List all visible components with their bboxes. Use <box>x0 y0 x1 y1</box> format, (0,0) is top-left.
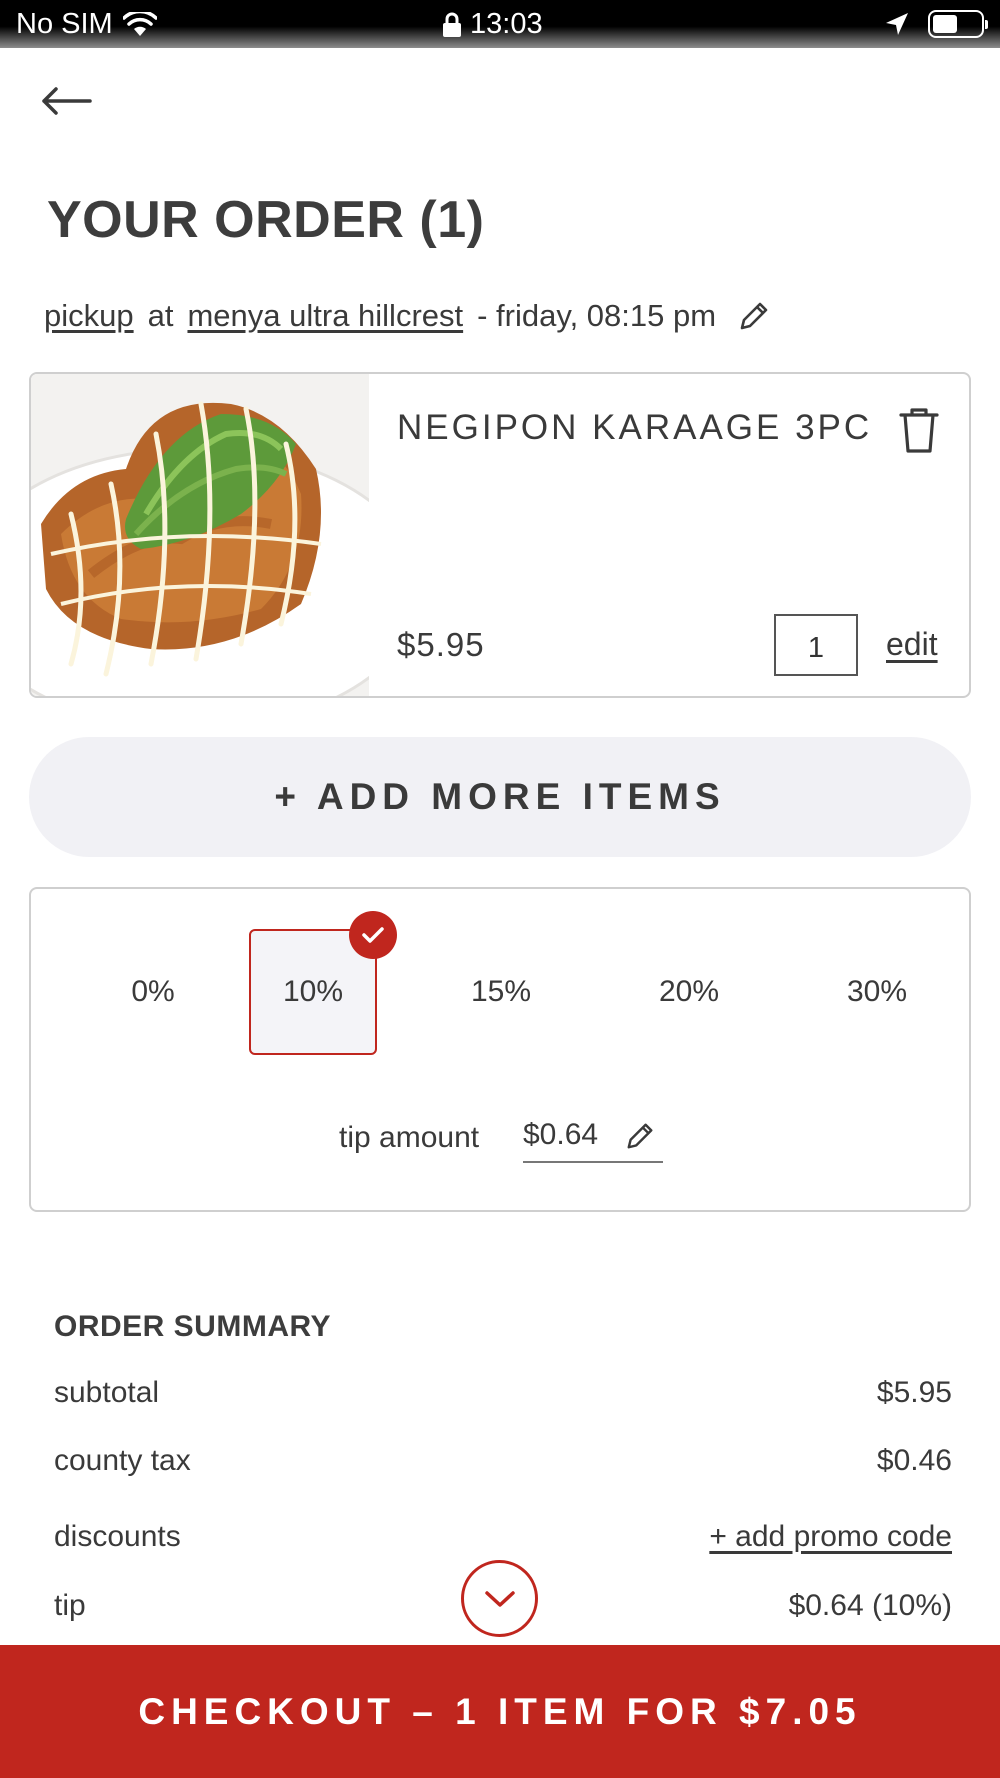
summary-label: county tax <box>54 1444 191 1477</box>
quantity-input[interactable]: 1 <box>774 614 858 676</box>
pickup-time-text: - friday, 08:15 pm <box>477 298 717 333</box>
tip-option-label: 10% <box>282 975 344 1008</box>
status-bar: No SIM 13:03 <box>0 0 1000 48</box>
tip-option-label: 30% <box>846 975 908 1008</box>
chevron-down-icon <box>484 1590 515 1607</box>
item-name: NEGIPON KARAAGE 3PC <box>397 408 873 447</box>
pencil-icon <box>740 302 768 330</box>
summary-row-discounts: discounts + add promo code <box>54 1520 952 1554</box>
tip-option-label: 0% <box>131 975 175 1008</box>
tip-selector: 0% 10% 15% 20% 30% tip amount $0.64 <box>29 887 971 1212</box>
summary-label: discounts <box>54 1520 181 1553</box>
edit-tip-button[interactable] <box>625 1121 655 1156</box>
lock-icon <box>443 12 461 37</box>
edit-pickup-button[interactable] <box>738 300 770 332</box>
status-center: 13:03 <box>442 8 543 41</box>
tip-amount-value: $0.64 <box>523 1118 599 1151</box>
back-button[interactable] <box>40 76 100 126</box>
summary-row-tax: county tax $0.46 <box>54 1444 952 1478</box>
summary-value: $0.64 (10%) <box>788 1589 952 1622</box>
pickup-location-link[interactable]: menya ultra hillcrest <box>187 298 463 334</box>
battery-icon <box>928 10 988 38</box>
pickup-mode-link[interactable]: pickup <box>44 298 134 334</box>
tip-amount-label: tip amount <box>339 1121 480 1154</box>
summary-label: tip <box>54 1589 86 1622</box>
summary-value: $0.46 <box>876 1444 952 1477</box>
edit-item-link[interactable]: edit <box>886 626 938 663</box>
pencil-icon <box>627 1123 653 1149</box>
summary-label: subtotal <box>54 1376 160 1409</box>
order-summary-title: ORDER SUMMARY <box>54 1310 332 1343</box>
arrow-left-icon <box>42 87 92 115</box>
food-photo <box>31 374 369 696</box>
add-more-items-button[interactable]: + ADD MORE ITEMS <box>29 737 971 857</box>
carrier-label: No SIM <box>16 8 113 40</box>
wifi-icon <box>122 11 157 36</box>
check-badge <box>349 911 397 959</box>
remove-item-button[interactable] <box>897 406 941 454</box>
clock-time: 13:03 <box>470 8 543 40</box>
scroll-down-button[interactable] <box>461 1560 538 1637</box>
summary-value: $5.95 <box>876 1376 952 1409</box>
tip-option-label: 20% <box>658 975 720 1008</box>
tip-amount-input[interactable]: $0.64 <box>523 1109 663 1163</box>
item-price: $5.95 <box>397 626 485 663</box>
check-icon <box>362 927 384 943</box>
status-right <box>884 10 988 38</box>
tip-option-label: 15% <box>470 975 532 1008</box>
tip-option-10[interactable]: 10% <box>249 911 397 1055</box>
tip-option-30[interactable]: 30% <box>813 929 941 1055</box>
pickup-details: pickup at menya ultra hillcrest - friday… <box>44 298 770 334</box>
tip-option-15[interactable]: 15% <box>437 929 565 1055</box>
status-left: No SIM <box>16 8 157 41</box>
item-image <box>31 374 369 696</box>
summary-row-subtotal: subtotal $5.95 <box>54 1376 952 1410</box>
trash-icon <box>899 408 939 453</box>
cart-item-card: NEGIPON KARAAGE 3PC $5.95 1 edit <box>29 372 971 698</box>
location-arrow-icon <box>886 13 908 35</box>
pickup-at-text: at <box>147 298 174 333</box>
tip-option-20[interactable]: 20% <box>625 929 753 1055</box>
tip-option-0[interactable]: 0% <box>89 929 217 1055</box>
checkout-button[interactable]: CHECKOUT – 1 ITEM FOR $7.05 <box>0 1645 1000 1778</box>
page-title: YOUR ORDER (1) <box>47 191 485 249</box>
add-promo-code-link[interactable]: + add promo code <box>709 1520 952 1554</box>
